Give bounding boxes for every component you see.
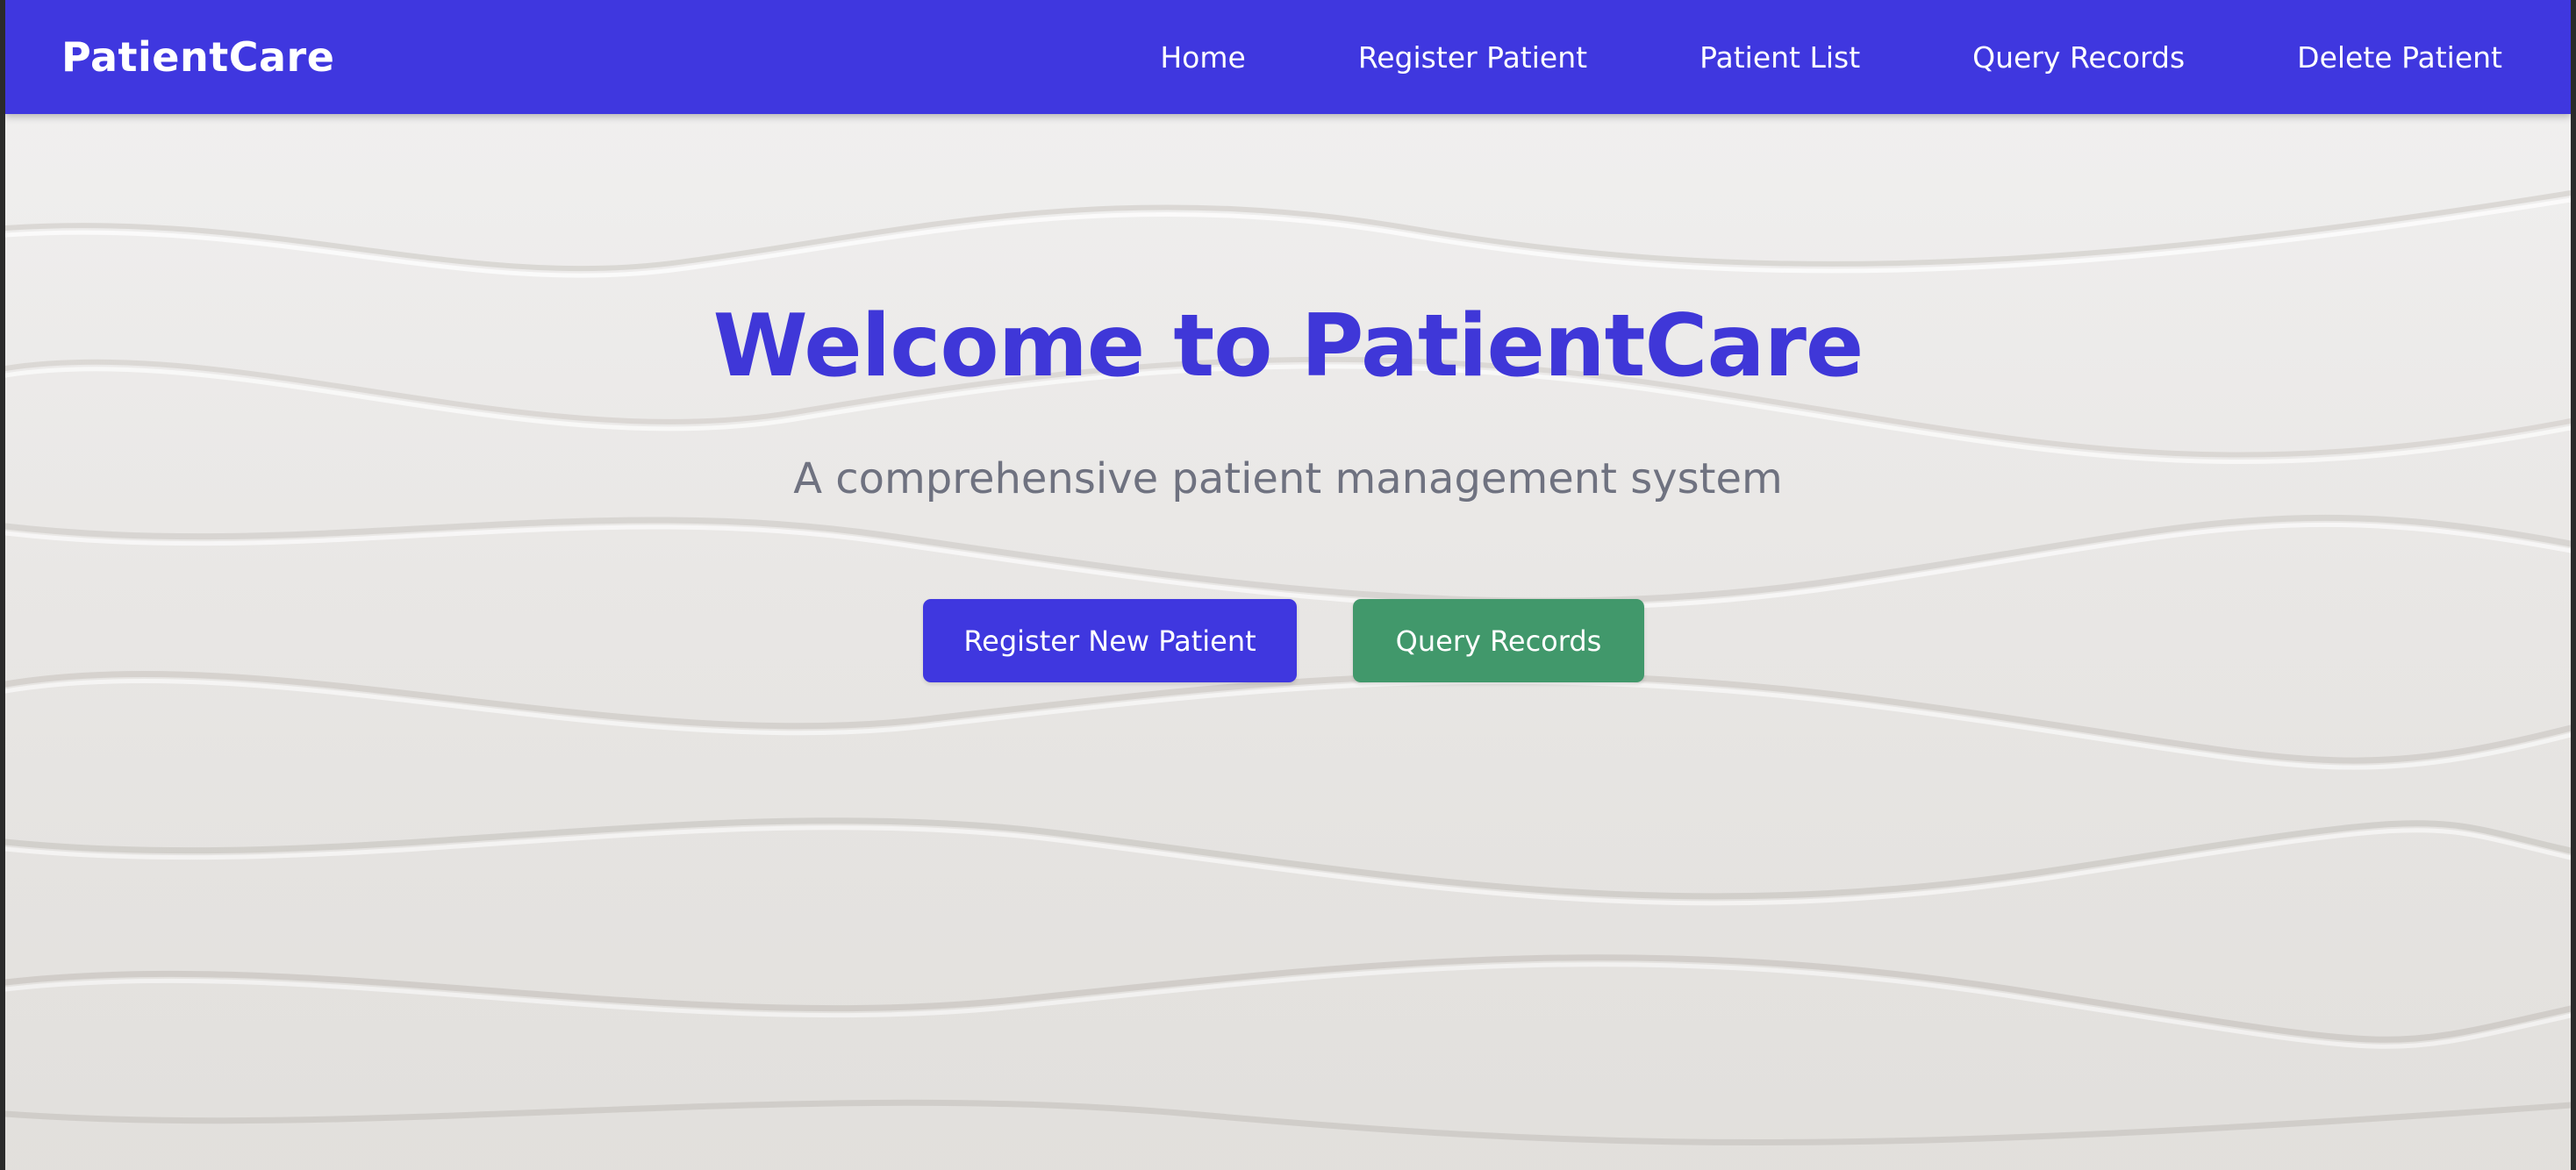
nav-link-delete-patient[interactable]: Delete Patient [2297,40,2502,75]
nav-link-home[interactable]: Home [1160,40,1245,75]
register-new-patient-button[interactable]: Register New Patient [923,599,1297,682]
hero-title: Welcome to PatientCare [712,296,1864,396]
nav-link-query-records[interactable]: Query Records [1972,40,2185,75]
nav-link-patient-list[interactable]: Patient List [1699,40,1860,75]
hero-section: Welcome to PatientCare A comprehensive p… [5,114,2571,1170]
query-records-button[interactable]: Query Records [1353,599,1644,682]
brand-logo[interactable]: PatientCare [61,33,334,81]
hero-button-row: Register New Patient Query Records [5,599,2571,682]
hero-subtitle: A comprehensive patient management syste… [793,454,1783,503]
top-navbar: PatientCare Home Register Patient Patien… [5,0,2571,114]
nav-link-register-patient[interactable]: Register Patient [1358,40,1587,75]
nav-links: Home Register Patient Patient List Query… [1160,40,2502,75]
app-window: PatientCare Home Register Patient Patien… [5,0,2571,1170]
